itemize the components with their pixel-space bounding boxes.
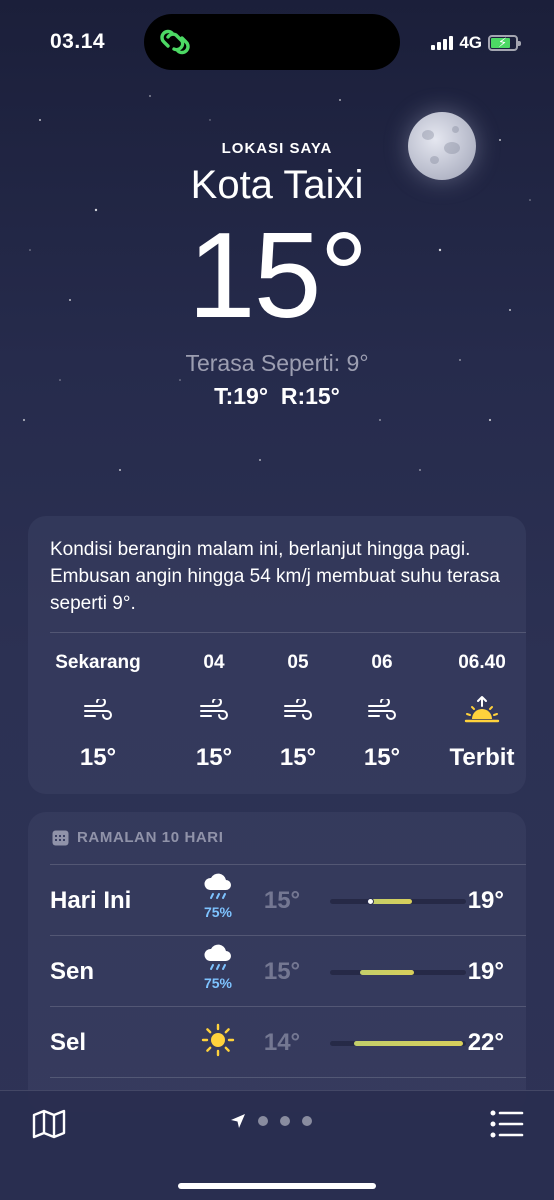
- battery-icon: ⚡: [488, 35, 521, 51]
- day-high: 19°: [467, 958, 504, 985]
- wind-icon: [342, 690, 422, 730]
- rain-cloud-icon: 75%: [198, 873, 238, 920]
- day-row[interactable]: Sen 75% 15° 19°: [50, 936, 526, 1007]
- network-type: 4G: [459, 33, 482, 52]
- hour-item: 04 15°: [174, 652, 254, 772]
- hour-temp: 15°: [363, 744, 401, 771]
- current-temperature-dot: [366, 898, 374, 905]
- day-low: 15°: [263, 958, 301, 985]
- precipitation-chance: 75%: [203, 904, 233, 920]
- page-dot[interactable]: [258, 1116, 268, 1126]
- location-label: LOKASI SAYA: [221, 140, 333, 157]
- hour-label: 06: [371, 652, 393, 673]
- hour-item: Sekarang 15°: [46, 652, 150, 772]
- temperature-range-bar: [330, 898, 466, 905]
- day-row[interactable]: Hari Ini 75% 15° 19°: [50, 865, 526, 936]
- day-high: 22°: [467, 1029, 504, 1056]
- hour-label: 04: [203, 652, 225, 673]
- hour-temp: 15°: [279, 744, 317, 771]
- sun-icon: [198, 1023, 238, 1062]
- wind-icon: [258, 690, 338, 730]
- hour-temp: 15°: [195, 744, 233, 771]
- bottom-toolbar: [0, 1090, 554, 1200]
- card-divider: [50, 632, 526, 633]
- day-name: Sen: [50, 958, 95, 985]
- day-low: 14°: [263, 1029, 301, 1056]
- hour-item: 06 15°: [342, 652, 422, 772]
- hour-label: Sekarang: [55, 652, 141, 673]
- daily-forecast-title: RAMALAN 10 HARI: [77, 829, 224, 846]
- hour-label: 06.40: [458, 652, 506, 673]
- temperature-range-bar: [330, 970, 466, 975]
- sunrise-icon: [434, 690, 530, 730]
- hourly-forecast-card[interactable]: Kondisi berangin malam ini, berlanjut hi…: [28, 516, 526, 794]
- day-low: 15°: [263, 887, 301, 914]
- feels-like: Terasa Seperti: 9°: [185, 350, 369, 376]
- list-icon[interactable]: [490, 1109, 524, 1139]
- location-arrow-icon[interactable]: [230, 1113, 246, 1129]
- hour-temp: 15°: [79, 744, 117, 771]
- page-dot[interactable]: [280, 1116, 290, 1126]
- wind-icon: [174, 690, 254, 730]
- daily-forecast-card[interactable]: RAMALAN 10 HARI Hari Ini 75% 15° 19° Sen…: [28, 812, 526, 1112]
- dynamic-island: [144, 14, 400, 70]
- current-temperature: 15°: [187, 207, 369, 343]
- link-app-icon: [160, 29, 190, 55]
- temperature-range-bar: [330, 1041, 466, 1046]
- map-icon[interactable]: [32, 1109, 66, 1139]
- signal-icon: [431, 36, 454, 50]
- hour-item: 06.40 Terbit: [434, 652, 530, 772]
- row-divider: [50, 1077, 526, 1078]
- precipitation-chance: 75%: [203, 975, 233, 991]
- rain-cloud-icon: 75%: [198, 944, 238, 991]
- charging-bolt-icon: ⚡: [498, 35, 508, 50]
- page-dot[interactable]: [302, 1116, 312, 1126]
- hour-label: 05: [287, 652, 309, 673]
- day-name: Sel: [50, 1029, 87, 1056]
- temperature-range-fill: [359, 970, 415, 975]
- high-low: T:19° R:15°: [214, 383, 340, 409]
- wind-icon: [46, 690, 150, 730]
- temperature-range-fill: [368, 899, 412, 904]
- city-name: Kota Taixi: [190, 163, 364, 207]
- status-bar: 03.14 4G ⚡: [0, 0, 554, 84]
- day-name: Hari Ini: [50, 887, 132, 914]
- home-indicator[interactable]: [178, 1183, 376, 1189]
- current-conditions: LOKASI SAYA Kota Taixi 15° Terasa Sepert…: [0, 140, 554, 410]
- hour-item: 05 15°: [258, 652, 338, 772]
- status-indicators: 4G ⚡: [431, 33, 521, 53]
- daily-forecast-header: RAMALAN 10 HARI: [52, 829, 224, 846]
- page-indicator[interactable]: [230, 1113, 312, 1129]
- calendar-icon: [52, 830, 69, 845]
- day-high: 19°: [467, 887, 504, 914]
- hour-temp: Terbit: [449, 744, 515, 771]
- status-time: 03.14: [50, 30, 106, 53]
- weather-summary: Kondisi berangin malam ini, berlanjut hi…: [50, 539, 500, 614]
- day-row[interactable]: Sel 14° 22°: [50, 1007, 526, 1078]
- temperature-range-fill: [354, 1041, 464, 1046]
